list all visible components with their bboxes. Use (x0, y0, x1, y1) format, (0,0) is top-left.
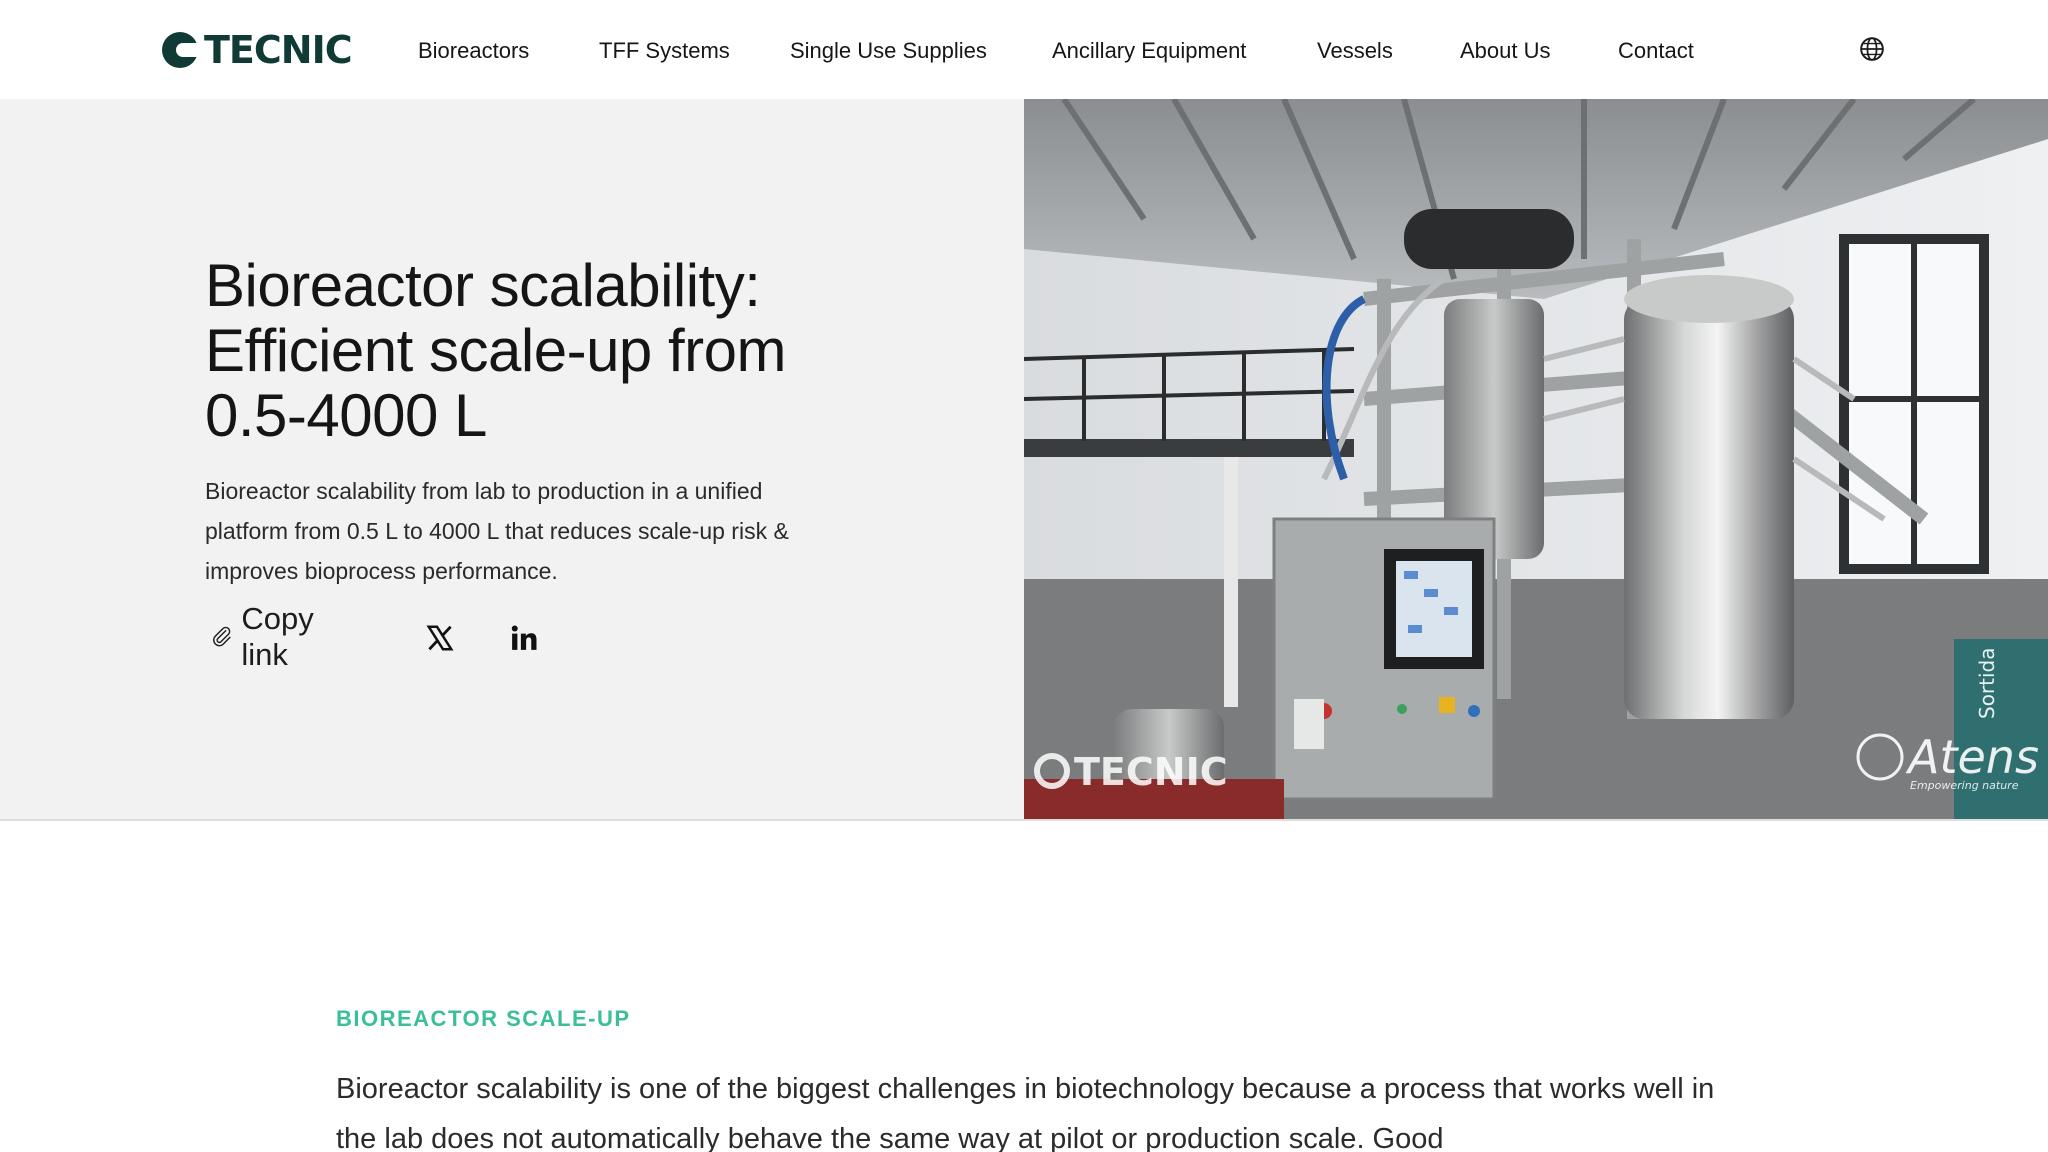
globe-icon[interactable] (1859, 36, 1885, 62)
nav-item-ancillary-equipment[interactable]: Ancillary Equipment (1052, 36, 1246, 66)
door-sign: Sortida (1975, 647, 1999, 719)
hero-text-panel (0, 99, 1024, 819)
nav-item-contact[interactable]: Contact (1618, 36, 1694, 66)
copy-link-button[interactable]: Copy link (205, 601, 325, 672)
brand-name: TECNIC (204, 28, 353, 72)
nav-item-about-us[interactable]: About Us (1460, 36, 1551, 66)
nav-item-single-use-supplies[interactable]: Single Use Supplies (790, 36, 987, 66)
nav-item-tff-systems[interactable]: TFF Systems (599, 36, 730, 66)
site-header: TECNIC Bioreactors TFF Systems Single Us… (0, 0, 2048, 99)
bioreactor-photo: Sortida TECNIC Atens Empowering nature (1024, 99, 2048, 819)
hero-description: Bioreactor scalability from lab to produ… (205, 478, 789, 584)
brand-logo[interactable]: TECNIC (162, 28, 353, 72)
x-icon[interactable] (425, 623, 455, 653)
intro-paragraph: Bioreactor scalability is one of the big… (336, 1073, 1715, 1152)
linkedin-icon[interactable] (509, 623, 539, 653)
section-divider (0, 819, 2048, 821)
page-title: Bioreactor scalability: Efficient scale-… (205, 252, 786, 449)
svg-text:Atens: Atens (1905, 730, 2039, 784)
section-eyebrow: BIOREACTOR SCALE-UP (336, 1006, 631, 1031)
nav-item-vessels[interactable]: Vessels (1317, 36, 1393, 66)
nav-item-bioreactors[interactable]: Bioreactors (418, 36, 529, 66)
svg-text:TECNIC: TECNIC (1074, 750, 1228, 794)
logo-mark-icon (162, 32, 198, 68)
hero-image: Sortida TECNIC Atens Empowering nature (1024, 99, 2048, 819)
atens-tagline: Empowering nature (1910, 779, 2019, 792)
paperclip-icon (213, 626, 231, 647)
copy-link-label: Copy link (241, 601, 314, 672)
